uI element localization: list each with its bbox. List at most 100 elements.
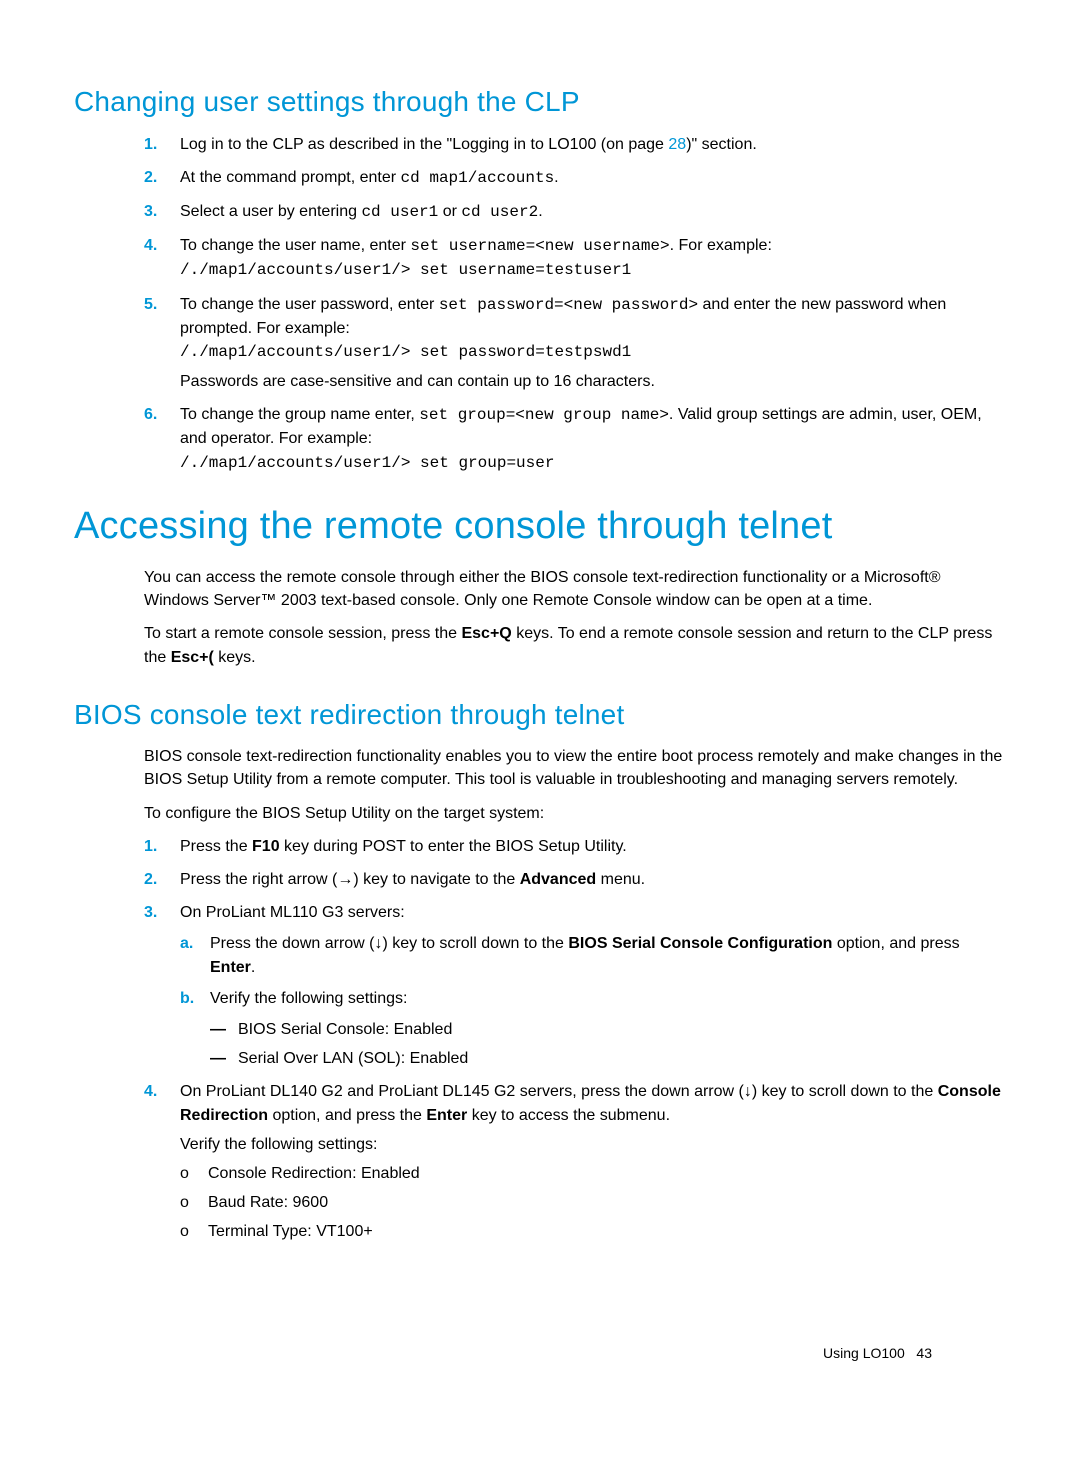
list-item: o Console Redirection: Enabled	[180, 1162, 1006, 1185]
section1-steps: 1. Log in to the CLP as described in the…	[144, 133, 1006, 475]
s3-step-2: 2. Press the right arrow (→) key to navi…	[144, 868, 1006, 891]
step-text: )" section.	[686, 136, 757, 153]
code-text: cd user1	[361, 203, 438, 221]
step-text: .	[251, 959, 255, 976]
step-marker: 5.	[144, 293, 157, 316]
page-link-28[interactable]: 28	[668, 136, 686, 153]
step-4: 4. To change the user name, enter set us…	[144, 234, 1006, 282]
step-marker: 4.	[144, 1080, 157, 1103]
example-code: /./map1/accounts/user1/> set group=user	[180, 454, 554, 472]
step-1: 1. Log in to the CLP as described in the…	[144, 133, 1006, 156]
step-note: Passwords are case-sensitive and can con…	[180, 370, 1006, 393]
page-footer: Using LO100 43	[823, 1343, 932, 1363]
key-combo: Esc+(	[171, 649, 214, 666]
section2-p2: To start a remote console session, press…	[144, 622, 1006, 668]
o-list: o Console Redirection: Enabled o Baud Rate…	[180, 1162, 1006, 1244]
step-text: Select a user by entering	[180, 203, 361, 220]
section2-p1: You can access the remote console throug…	[144, 566, 1006, 612]
o-icon: o	[180, 1220, 189, 1243]
list-item: — Serial Over LAN (SOL): Enabled	[210, 1047, 1006, 1070]
step-text: .	[538, 203, 542, 220]
list-item: o Baud Rate: 9600	[180, 1191, 1006, 1214]
step-text: option, and press the	[268, 1107, 426, 1124]
step-marker: 1.	[144, 133, 157, 156]
step-text: .	[554, 169, 558, 186]
step-text: Verify the following settings:	[210, 990, 407, 1007]
substeps: a. Press the down arrow (↓) key to scrol…	[180, 932, 1006, 1070]
list-item: o Terminal Type: VT100+	[180, 1220, 1006, 1243]
step-text: On ProLiant ML110 G3 servers:	[180, 904, 405, 921]
heading-changing-user-settings: Changing user settings through the CLP	[74, 82, 1006, 123]
substep-marker: a.	[180, 932, 193, 955]
substep-marker: b.	[180, 987, 194, 1010]
list-text: BIOS Serial Console: Enabled	[238, 1021, 452, 1038]
option-name: BIOS Serial Console Configuration	[568, 935, 832, 952]
section3-body: BIOS console text-redirection functional…	[144, 745, 1006, 1243]
code-text: cd map1/accounts	[401, 169, 555, 187]
key-name: Enter	[426, 1107, 467, 1124]
s3-step-4: 4. On ProLiant DL140 G2 and ProLiant DL1…	[144, 1080, 1006, 1243]
section2-body: You can access the remote console throug…	[144, 566, 1006, 669]
code-text: cd user2	[461, 203, 538, 221]
key-name: Enter	[210, 959, 251, 976]
section3-p1: BIOS console text-redirection functional…	[144, 745, 1006, 791]
key-name: F10	[252, 838, 280, 855]
dash-icon: —	[210, 1047, 226, 1070]
step-6: 6. To change the group name enter, set g…	[144, 403, 1006, 475]
code-text: set group=<new group name>	[419, 406, 669, 424]
list-item: — BIOS Serial Console: Enabled	[210, 1018, 1006, 1041]
step-text: key during POST to enter the BIOS Setup …	[280, 838, 627, 855]
step-2: 2. At the command prompt, enter cd map1/…	[144, 166, 1006, 190]
page-number: 43	[916, 1345, 932, 1361]
list-text: Terminal Type: VT100+	[208, 1223, 373, 1240]
section1-body: 1. Log in to the CLP as described in the…	[144, 133, 1006, 475]
heading-bios-console-redirection: BIOS console text redirection through te…	[74, 695, 1006, 736]
step-text: To change the user name, enter	[180, 237, 410, 254]
step-text: or	[438, 203, 461, 220]
s3-step-3: 3. On ProLiant ML110 G3 servers: a. Pres…	[144, 901, 1006, 1070]
s3-step-1: 1. Press the F10 key during POST to ente…	[144, 835, 1006, 858]
section3-steps: 1. Press the F10 key during POST to ente…	[144, 835, 1006, 1244]
list-text: Console Redirection: Enabled	[208, 1165, 420, 1182]
o-icon: o	[180, 1191, 189, 1214]
step-marker: 2.	[144, 868, 157, 891]
list-text: Serial Over LAN (SOL): Enabled	[238, 1050, 468, 1067]
verify-text: Verify the following settings:	[180, 1133, 1006, 1156]
footer-text: Using LO100	[823, 1345, 905, 1361]
step-text: Press the right arrow (→) key to navigat…	[180, 871, 520, 888]
dash-list: — BIOS Serial Console: Enabled — Serial Ov…	[210, 1018, 1006, 1070]
code-text: set username=<new username>	[410, 237, 669, 255]
dash-icon: —	[210, 1018, 226, 1041]
substep-a: a. Press the down arrow (↓) key to scrol…	[180, 932, 1006, 978]
step-text: Press the	[180, 838, 252, 855]
step-text: Log in to the CLP as described in the "L…	[180, 136, 668, 153]
step-text: To change the user password, enter	[180, 296, 439, 313]
code-text: set password=<new password>	[439, 296, 698, 314]
text: keys.	[214, 649, 256, 666]
text: To start a remote console session, press…	[144, 625, 461, 642]
step-text: At the command prompt, enter	[180, 169, 401, 186]
step-marker: 1.	[144, 835, 157, 858]
o-icon: o	[180, 1162, 189, 1185]
step-text: On ProLiant DL140 G2 and ProLiant DL145 …	[180, 1083, 938, 1100]
step-text: option, and press	[832, 935, 959, 952]
menu-name: Advanced	[520, 871, 596, 888]
step-text: key to access the submenu.	[467, 1107, 670, 1124]
step-marker: 2.	[144, 166, 157, 189]
example-code: /./map1/accounts/user1/> set username=te…	[180, 261, 631, 279]
step-text: To change the group name enter,	[180, 406, 419, 423]
step-3: 3. Select a user by entering cd user1 or…	[144, 200, 1006, 224]
step-marker: 3.	[144, 200, 157, 223]
key-combo: Esc+Q	[461, 625, 511, 642]
heading-accessing-remote-console: Accessing the remote console through tel…	[74, 499, 1006, 554]
step-text: Press the down arrow (↓) key to scroll d…	[210, 935, 568, 952]
example-code: /./map1/accounts/user1/> set password=te…	[180, 343, 631, 361]
step-5: 5. To change the user password, enter se…	[144, 293, 1006, 394]
section3-p2: To configure the BIOS Setup Utility on t…	[144, 802, 1006, 825]
step-text: menu.	[596, 871, 645, 888]
list-text: Baud Rate: 9600	[208, 1194, 328, 1211]
step-marker: 6.	[144, 403, 157, 426]
step-text: . For example:	[670, 237, 772, 254]
step-marker: 4.	[144, 234, 157, 257]
step-marker: 3.	[144, 901, 157, 924]
